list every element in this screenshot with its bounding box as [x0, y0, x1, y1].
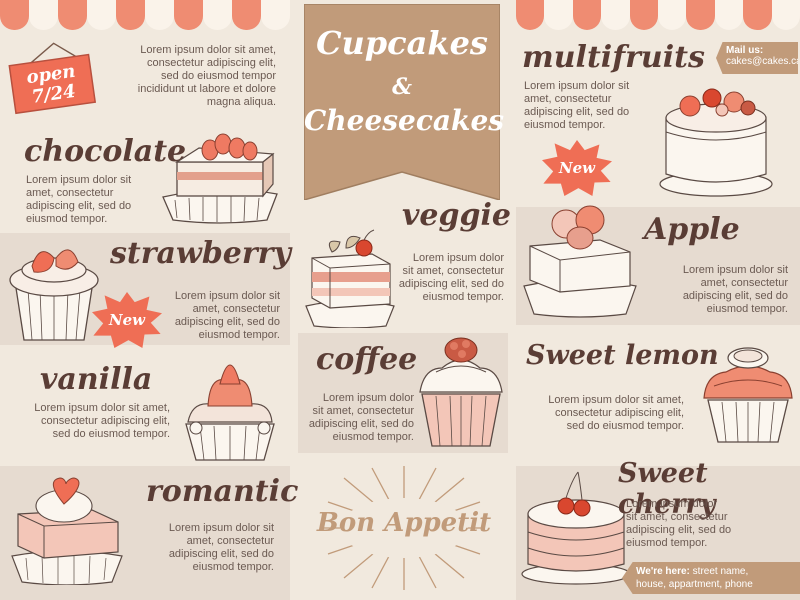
sweet-lemon-title: Sweet lemon [526, 340, 719, 371]
coffee-cupcake-icon [419, 337, 503, 447]
banner-title-line1: Cupcakes [316, 24, 488, 62]
sweet-lemon-text: Lorem ipsum dolor sit amet, consectetur … [548, 394, 684, 432]
banner-ampersand: & [392, 74, 412, 100]
romantic-cake-icon [11, 477, 123, 585]
coffee-title: coffee [316, 342, 418, 377]
title-banner: Cupcakes & Cheesecakes [304, 4, 505, 200]
mail-label: Mail us: [726, 45, 764, 56]
vanilla-cupcake-icon [185, 364, 275, 461]
multifruits-cake-icon [659, 88, 773, 197]
address-line1: street name, [692, 566, 749, 577]
sweet-cherry-text: Lorem ipsum dolor sit amet, consectetur … [626, 498, 732, 549]
lemon-cupcake-icon [703, 347, 793, 443]
vanilla-text: Lorem ipsum dolor sit amet, consectetur … [34, 402, 170, 440]
apple-text: Lorem ipsum dolor sit amet, consectetur … [682, 264, 788, 315]
strawberry-text: Lorem ipsum dolor sit amet, consectetur … [174, 290, 280, 341]
chocolate-text: Lorem ipsum dolor sit amet, consectetur … [26, 174, 132, 225]
mail-value[interactable]: cakes@cakes.ca [726, 56, 798, 67]
address-label: We're here: [636, 566, 690, 577]
mail-tag: Mail us: cakes@cakes.ca [716, 42, 798, 74]
veggie-cake-icon [305, 229, 395, 328]
vanilla-title: vanilla [40, 362, 153, 397]
banner-title-line2: Cheesecakes [304, 104, 505, 137]
strawberry-cupcake-icon [9, 249, 99, 341]
address-tag: We're here: street name, house, appartme… [622, 562, 800, 594]
open-sign: open 7/24 [4, 34, 99, 115]
address-line2: house, appartment, phone [636, 579, 753, 590]
veggie-text: Lorem ipsum dolor sit amet, consectetur … [398, 252, 504, 303]
veggie-title: veggie [402, 198, 511, 233]
awning-left [0, 0, 290, 30]
apple-title: Apple [644, 212, 740, 247]
romantic-text: Lorem ipsum dolor sit amet, consectetur … [168, 522, 274, 573]
apple-cake-icon [523, 205, 637, 318]
strawberry-title: strawberry [110, 236, 291, 271]
coffee-text: Lorem ipsum dolor sit amet, consectetur … [308, 392, 414, 443]
multifruits-text: Lorem ipsum dolor sit amet, consectetur … [524, 80, 630, 131]
romantic-title: romantic [146, 474, 299, 509]
new-badge-right: New [542, 140, 612, 196]
intro-text: Lorem ipsum dolor sit amet, consectetur … [137, 44, 276, 108]
awning-right [516, 0, 800, 30]
chocolate-cake-icon [162, 133, 278, 224]
multifruits-title: multifruits [522, 40, 705, 75]
cherry-cake-icon [521, 471, 631, 585]
bon-appetit-text: Bon Appetit [316, 508, 492, 538]
